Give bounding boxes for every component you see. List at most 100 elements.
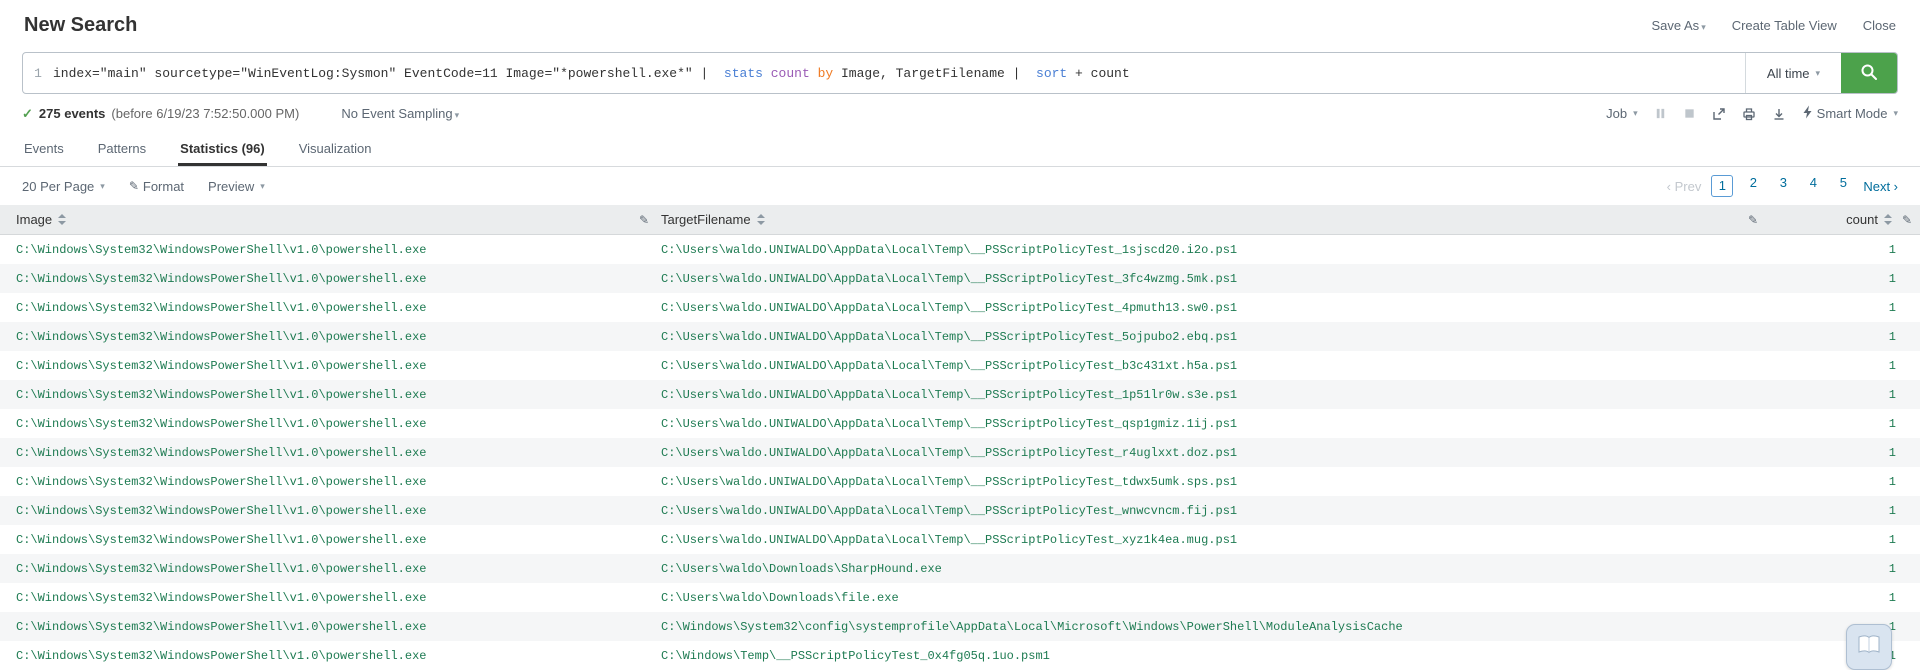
target-filename-cell[interactable]: C:\Windows\Temp\__PSScriptPolicyTest_0x4… (661, 649, 1050, 663)
target-filename-cell[interactable]: C:\Users\waldo.UNIWALDO\AppData\Local\Te… (661, 533, 1237, 547)
table-row: C:\Windows\System32\WindowsPowerShell\v1… (0, 380, 1920, 409)
chevron-down-icon: ▾ (100, 181, 105, 192)
table-header: Image ✎ TargetFilename ✎ count ✎ (0, 205, 1920, 235)
share-button[interactable] (1712, 107, 1726, 121)
column-label: Image (16, 212, 52, 227)
query-token: Image, TargetFilename | (833, 66, 1036, 81)
image-cell[interactable]: C:\Windows\System32\WindowsPowerShell\v1… (16, 533, 426, 547)
image-cell[interactable]: C:\Windows\System32\WindowsPowerShell\v1… (16, 243, 426, 257)
event-sampling-dropdown[interactable]: No Event Sampling▾ (341, 106, 459, 121)
time-range-label: All time (1767, 66, 1810, 81)
column-header-targetfilename[interactable]: TargetFilename (661, 212, 765, 227)
image-cell[interactable]: C:\Windows\System32\WindowsPowerShell\v1… (16, 562, 426, 576)
count-cell[interactable]: 1 (1889, 504, 1896, 518)
target-filename-cell[interactable]: C:\Users\waldo.UNIWALDO\AppData\Local\Te… (661, 504, 1237, 518)
count-cell[interactable]: 1 (1889, 359, 1896, 373)
count-cell[interactable]: 1 (1889, 533, 1896, 547)
job-status-right: Job▾ Smart Mode ▾ (1606, 105, 1898, 122)
table-row: C:\Windows\System32\WindowsPowerShell\v1… (0, 264, 1920, 293)
target-filename-cell[interactable]: C:\Users\waldo.UNIWALDO\AppData\Local\Te… (661, 475, 1237, 489)
count-cell[interactable]: 1 (1889, 562, 1896, 576)
count-cell[interactable]: 1 (1889, 272, 1896, 286)
book-icon (1857, 634, 1881, 661)
tab-statistics[interactable]: Statistics (96) (178, 131, 267, 166)
pagination-page-3[interactable]: 3 (1773, 175, 1793, 197)
target-filename-cell[interactable]: C:\Windows\System32\config\systemprofile… (661, 620, 1403, 634)
table-row: C:\Windows\System32\WindowsPowerShell\v1… (0, 641, 1920, 670)
table-body: C:\Windows\System32\WindowsPowerShell\v1… (0, 235, 1920, 670)
edit-column-icon[interactable]: ✎ (1748, 213, 1758, 227)
search-icon (1859, 62, 1879, 85)
print-button[interactable] (1742, 107, 1756, 121)
target-filename-cell[interactable]: C:\Users\waldo.UNIWALDO\AppData\Local\Te… (661, 388, 1237, 402)
image-cell[interactable]: C:\Windows\System32\WindowsPowerShell\v1… (16, 272, 426, 286)
preview-dropdown[interactable]: Preview▾ (208, 179, 265, 194)
image-cell[interactable]: C:\Windows\System32\WindowsPowerShell\v1… (16, 620, 426, 634)
format-button[interactable]: ✎ Format (129, 179, 184, 194)
target-filename-cell[interactable]: C:\Users\waldo\Downloads\file.exe (661, 591, 899, 605)
pause-button[interactable] (1654, 107, 1667, 120)
save-as-label: Save As (1651, 18, 1699, 33)
pagination-page-2[interactable]: 2 (1743, 175, 1763, 197)
count-cell[interactable]: 1 (1889, 243, 1896, 257)
query-token: stats (724, 66, 763, 81)
target-filename-cell[interactable]: C:\Users\waldo.UNIWALDO\AppData\Local\Te… (661, 417, 1237, 431)
image-cell[interactable]: C:\Windows\System32\WindowsPowerShell\v1… (16, 649, 426, 663)
pagination-next[interactable]: Next › (1863, 179, 1898, 194)
close-button[interactable]: Close (1863, 18, 1896, 33)
image-cell[interactable]: C:\Windows\System32\WindowsPowerShell\v1… (16, 475, 426, 489)
count-cell[interactable]: 1 (1889, 591, 1896, 605)
count-cell[interactable]: 1 (1889, 446, 1896, 460)
column-header-count[interactable]: count (1846, 212, 1892, 227)
pagination-page-5[interactable]: 5 (1833, 175, 1853, 197)
column-header-image[interactable]: Image (16, 212, 66, 227)
image-cell[interactable]: C:\Windows\System32\WindowsPowerShell\v1… (16, 591, 426, 605)
sort-icon (757, 214, 765, 225)
target-filename-cell[interactable]: C:\Users\waldo.UNIWALDO\AppData\Local\Te… (661, 301, 1237, 315)
search-row: 1 index="main" sourcetype="WinEventLog:S… (0, 52, 1920, 94)
target-filename-cell[interactable]: C:\Users\waldo.UNIWALDO\AppData\Local\Te… (661, 272, 1237, 286)
edit-column-icon[interactable]: ✎ (1902, 213, 1912, 227)
image-cell[interactable]: C:\Windows\System32\WindowsPowerShell\v1… (16, 359, 426, 373)
count-cell[interactable]: 1 (1889, 475, 1896, 489)
page-title: New Search (24, 14, 137, 37)
edit-column-icon[interactable]: ✎ (639, 213, 649, 227)
image-cell[interactable]: C:\Windows\System32\WindowsPowerShell\v1… (16, 446, 426, 460)
export-button[interactable] (1772, 107, 1786, 121)
help-widget-button[interactable] (1846, 624, 1892, 670)
image-cell[interactable]: C:\Windows\System32\WindowsPowerShell\v1… (16, 417, 426, 431)
pagination-prev[interactable]: ‹ Prev (1667, 179, 1702, 194)
count-cell[interactable]: 1 (1889, 417, 1896, 431)
job-menu-button[interactable]: Job▾ (1606, 106, 1638, 121)
count-cell[interactable]: 1 (1889, 301, 1896, 315)
tab-events[interactable]: Events (22, 131, 66, 166)
column-label: count (1846, 212, 1878, 227)
count-cell[interactable]: 1 (1889, 388, 1896, 402)
target-filename-cell[interactable]: C:\Users\waldo.UNIWALDO\AppData\Local\Te… (661, 359, 1237, 373)
image-cell[interactable]: C:\Windows\System32\WindowsPowerShell\v1… (16, 388, 426, 402)
pagination-page-4[interactable]: 4 (1803, 175, 1823, 197)
per-page-dropdown[interactable]: 20 Per Page▾ (22, 179, 105, 194)
image-cell[interactable]: C:\Windows\System32\WindowsPowerShell\v1… (16, 504, 426, 518)
tab-patterns[interactable]: Patterns (96, 131, 148, 166)
target-filename-cell[interactable]: C:\Users\waldo.UNIWALDO\AppData\Local\Te… (661, 446, 1237, 460)
target-filename-cell[interactable]: C:\Users\waldo.UNIWALDO\AppData\Local\Te… (661, 330, 1237, 344)
count-cell[interactable]: 1 (1889, 330, 1896, 344)
create-table-view-button[interactable]: Create Table View (1732, 18, 1837, 33)
image-cell[interactable]: C:\Windows\System32\WindowsPowerShell\v1… (16, 330, 426, 344)
stop-button[interactable] (1683, 107, 1696, 120)
search-button[interactable] (1841, 53, 1897, 93)
target-filename-cell[interactable]: C:\Users\waldo.UNIWALDO\AppData\Local\Te… (661, 243, 1237, 257)
tab-visualization[interactable]: Visualization (297, 131, 374, 166)
save-as-button[interactable]: Save As▾ (1651, 18, 1705, 33)
search-input[interactable]: index="main" sourcetype="WinEventLog:Sys… (53, 53, 1745, 93)
table-row: C:\Windows\System32\WindowsPowerShell\v1… (0, 409, 1920, 438)
image-cell[interactable]: C:\Windows\System32\WindowsPowerShell\v1… (16, 301, 426, 315)
pencil-icon: ✎ (129, 179, 139, 193)
target-filename-cell[interactable]: C:\Users\waldo\Downloads\SharpHound.exe (661, 562, 942, 576)
time-range-picker[interactable]: All time ▾ (1745, 53, 1841, 93)
pagination-page-1[interactable]: 1 (1711, 175, 1733, 197)
format-label: Format (143, 179, 184, 194)
chevron-down-icon: ▾ (260, 181, 265, 192)
search-mode-dropdown[interactable]: Smart Mode ▾ (1802, 105, 1898, 122)
